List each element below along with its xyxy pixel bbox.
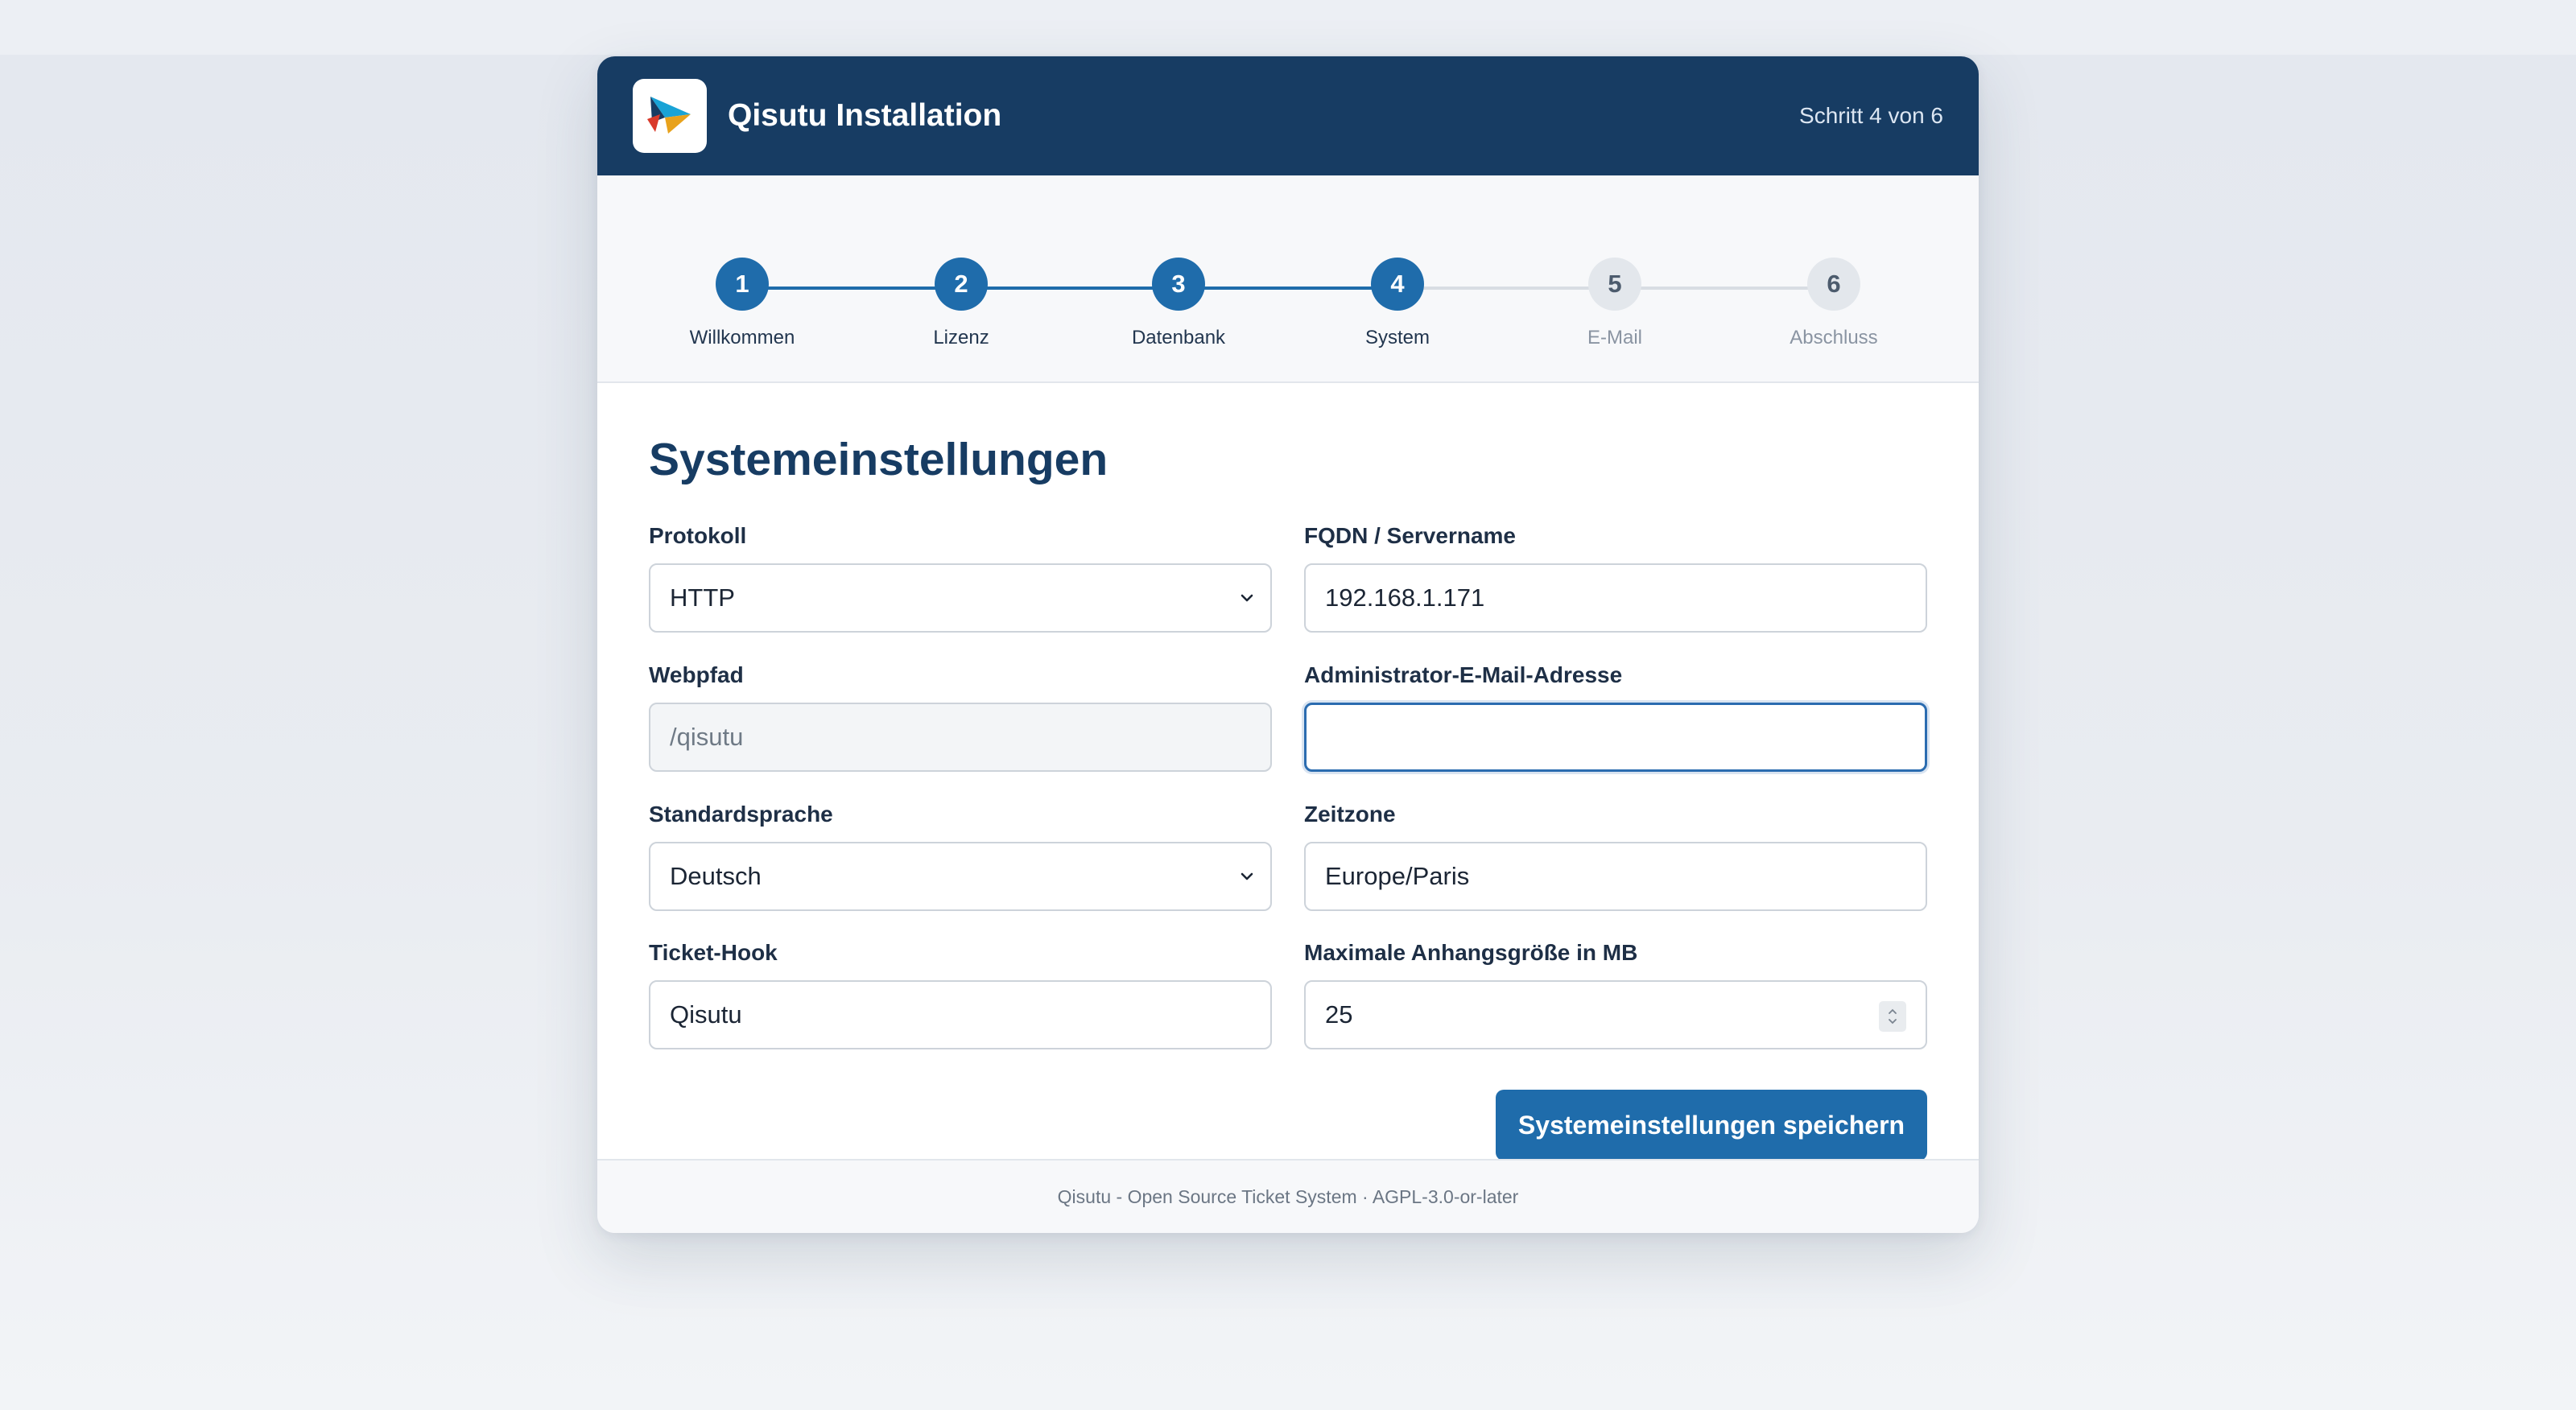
save-settings-button[interactable]: Systemeinstellungen speichern	[1496, 1090, 1927, 1161]
step-number: 1	[716, 258, 769, 311]
installer-header: Qisutu Installation Schritt 4 von 6	[597, 56, 1979, 175]
ticket-hook-field: Ticket-Hook Qisutu	[649, 937, 1272, 1049]
step-label: Abschluss	[1790, 327, 1878, 348]
number-spinner[interactable]	[1879, 1001, 1906, 1032]
step-datenbank: 3 Datenbank	[1090, 258, 1267, 349]
step-abschluss: 6 Abschluss	[1745, 258, 1922, 349]
fqdn-value: 192.168.1.171	[1325, 583, 1485, 612]
chevron-up-icon[interactable]	[1886, 1007, 1899, 1016]
max-attachment-value: 25	[1325, 1000, 1353, 1029]
language-field: Standardsprache Deutsch	[649, 798, 1272, 911]
language-select[interactable]: Deutsch	[649, 842, 1272, 911]
step-label: Lizenz	[933, 327, 989, 348]
chevron-down-icon	[1241, 872, 1253, 880]
webpath-label: Webpfad	[649, 662, 744, 687]
chevron-down-icon[interactable]	[1886, 1016, 1899, 1026]
ticket-hook-value: Qisutu	[670, 1000, 742, 1029]
timezone-input[interactable]: Europe/Paris	[1304, 842, 1927, 911]
timezone-label: Zeitzone	[1304, 802, 1396, 827]
webpath-input: /qisutu	[649, 703, 1272, 772]
step-number: 6	[1807, 258, 1860, 311]
step-willkommen: 1 Willkommen	[654, 258, 831, 349]
protocol-select[interactable]: HTTP	[649, 563, 1272, 633]
step-email: 5 E-Mail	[1526, 258, 1703, 349]
footer-text: Qisutu - Open Source Ticket System · AGP…	[1057, 1185, 1519, 1207]
step-label: Datenbank	[1131, 327, 1226, 348]
stepper-line-completed	[742, 287, 1399, 290]
protocol-label: Protokoll	[649, 523, 747, 548]
step-number: 2	[935, 258, 988, 311]
webpath-value: /qisutu	[670, 723, 744, 751]
fqdn-field: FQDN / Servername 192.168.1.171	[1304, 520, 1927, 633]
admin-email-field: Administrator-E-Mail-Adresse	[1304, 659, 1927, 772]
max-attachment-label: Maximale Anhangsgröße in MB	[1304, 940, 1638, 965]
fqdn-label: FQDN / Servername	[1304, 523, 1516, 548]
admin-email-label: Administrator-E-Mail-Adresse	[1304, 662, 1623, 687]
admin-email-input[interactable]	[1304, 703, 1927, 772]
step-label: E-Mail	[1587, 327, 1642, 348]
ticket-hook-label: Ticket-Hook	[649, 940, 778, 965]
installer-card: Qisutu Installation Schritt 4 von 6 1 Wi…	[597, 56, 1979, 1233]
protocol-value: HTTP	[670, 583, 735, 612]
ticket-hook-input[interactable]: Qisutu	[649, 980, 1272, 1049]
qisutu-logo-icon	[633, 79, 707, 153]
page-title: Systemeinstellungen	[649, 434, 1108, 485]
footer: Qisutu - Open Source Ticket System · AGP…	[597, 1159, 1979, 1233]
language-label: Standardsprache	[649, 802, 833, 827]
webpath-field: Webpfad /qisutu	[649, 659, 1272, 772]
installation-stepper: 1 Willkommen 2 Lizenz 3 Datenbank 4 Syst…	[597, 175, 1979, 383]
protocol-field: Protokoll HTTP	[649, 520, 1272, 633]
app-title: Qisutu Installation	[728, 98, 1002, 133]
step-indicator: Schritt 4 von 6	[1799, 103, 1943, 128]
step-number: 4	[1371, 258, 1424, 311]
max-attachment-field: Maximale Anhangsgröße in MB 25	[1304, 937, 1927, 1049]
timezone-field: Zeitzone Europe/Paris	[1304, 798, 1927, 911]
language-value: Deutsch	[670, 862, 762, 890]
timezone-value: Europe/Paris	[1325, 862, 1470, 890]
step-label: Willkommen	[689, 327, 795, 348]
step-lizenz: 2 Lizenz	[873, 258, 1050, 349]
max-attachment-input[interactable]: 25	[1304, 980, 1927, 1049]
fqdn-input[interactable]: 192.168.1.171	[1304, 563, 1927, 633]
chevron-down-icon	[1241, 594, 1253, 602]
system-settings-form: Systemeinstellungen Protokoll HTTP FQDN …	[597, 383, 1979, 1215]
step-number: 5	[1588, 258, 1641, 311]
step-system: 4 System	[1309, 258, 1486, 349]
step-label: System	[1364, 327, 1430, 348]
step-number: 3	[1152, 258, 1205, 311]
